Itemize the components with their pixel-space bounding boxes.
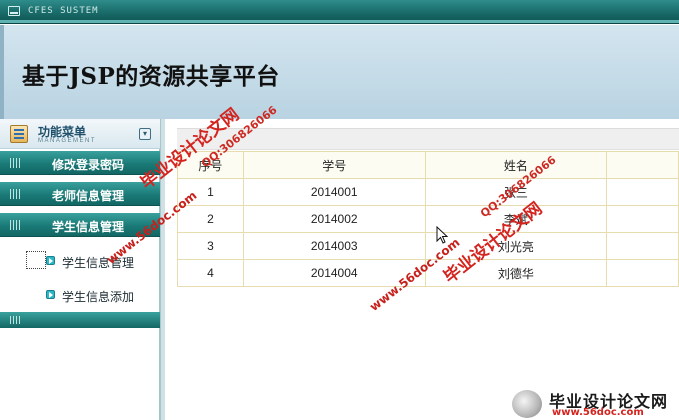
cell-name: 张三 <box>424 178 608 206</box>
cell-index: 2 <box>177 205 244 233</box>
monitor-icon <box>8 6 20 16</box>
grip-icon <box>10 316 21 324</box>
sidebar-header: 功能菜单 MANAGEMENT ▾ <box>0 119 160 149</box>
window-title-bar: CFES SUSTEM <box>0 0 679 24</box>
cell-extra <box>606 205 679 233</box>
sidebar-footer-bar <box>0 312 160 328</box>
page-title: 基于JSP的资源共享平台 <box>22 63 280 90</box>
arrow-bullet-icon <box>46 256 55 265</box>
menu-list-icon <box>10 125 28 143</box>
sidebar-splitter[interactable] <box>160 119 165 420</box>
sub-item-label: 学生信息添加 <box>62 290 135 304</box>
table-row[interactable]: 1 2014001 张三 <box>177 178 679 206</box>
corner-url: www.56doc.com <box>552 407 644 418</box>
cell-extra <box>606 232 679 260</box>
column-header-index: 序号 <box>177 151 244 179</box>
grip-icon <box>10 220 21 230</box>
sidebar-item-label: 学生信息管理 <box>52 220 125 234</box>
table-toolbar <box>177 128 679 150</box>
sidebar-subtitle: MANAGEMENT <box>38 138 97 144</box>
sidebar-item-teacher-management[interactable]: 老师信息管理 <box>0 182 160 206</box>
double-chevron-down-icon[interactable]: ▾ <box>139 128 151 140</box>
globe-logo-icon <box>512 390 542 418</box>
cell-name: 刘光亮 <box>424 232 608 260</box>
cell-name: 刘德华 <box>424 259 608 287</box>
grip-icon <box>10 158 21 168</box>
page-banner: 基于JSP的资源共享平台 <box>0 25 679 119</box>
sidebar-item-change-password[interactable]: 修改登录密码 <box>0 151 160 175</box>
column-header-extra <box>606 151 679 179</box>
arrow-bullet-icon <box>46 290 55 299</box>
main-content: 序号 学号 姓名 1 2014001 张三 2 2014002 李斌 3 201… <box>166 119 679 420</box>
sub-item-student-info-add[interactable]: 学生信息添加 <box>0 283 160 307</box>
cell-student-id: 2014001 <box>242 178 426 206</box>
focus-outline <box>26 251 46 269</box>
sidebar-menu: 功能菜单 MANAGEMENT ▾ 修改登录密码 老师信息管理 学生信息管理 学… <box>0 119 160 420</box>
sub-item-label: 学生信息管理 <box>62 256 135 270</box>
cell-index: 1 <box>177 178 244 206</box>
cell-name: 李斌 <box>424 205 608 233</box>
sidebar-item-label: 修改登录密码 <box>52 158 125 172</box>
window-title: CFES SUSTEM <box>28 6 99 16</box>
cell-index: 3 <box>177 232 244 260</box>
grip-icon <box>10 189 21 199</box>
student-table: 序号 学号 姓名 1 2014001 张三 2 2014002 李斌 3 201… <box>177 151 679 287</box>
title-bar-divider <box>0 20 679 23</box>
cell-extra <box>606 259 679 287</box>
column-header-student-id: 学号 <box>242 151 426 179</box>
sidebar-item-label: 老师信息管理 <box>52 189 125 203</box>
cell-student-id: 2014004 <box>242 259 426 287</box>
table-row[interactable]: 4 2014004 刘德华 <box>177 259 679 287</box>
column-header-name: 姓名 <box>424 151 608 179</box>
cell-index: 4 <box>177 259 244 287</box>
banner-edge <box>0 25 4 119</box>
cell-student-id: 2014002 <box>242 205 426 233</box>
table-row[interactable]: 2 2014002 李斌 <box>177 205 679 233</box>
table-header-row: 序号 学号 姓名 <box>177 151 679 179</box>
corner-logo: 毕业设计论文网 www.56doc.com <box>512 388 679 420</box>
table-row[interactable]: 3 2014003 刘光亮 <box>177 232 679 260</box>
sidebar-item-student-management[interactable]: 学生信息管理 <box>0 213 160 237</box>
sub-item-student-info-manage[interactable]: 学生信息管理 <box>0 249 160 273</box>
cell-student-id: 2014003 <box>242 232 426 260</box>
cell-extra <box>606 178 679 206</box>
